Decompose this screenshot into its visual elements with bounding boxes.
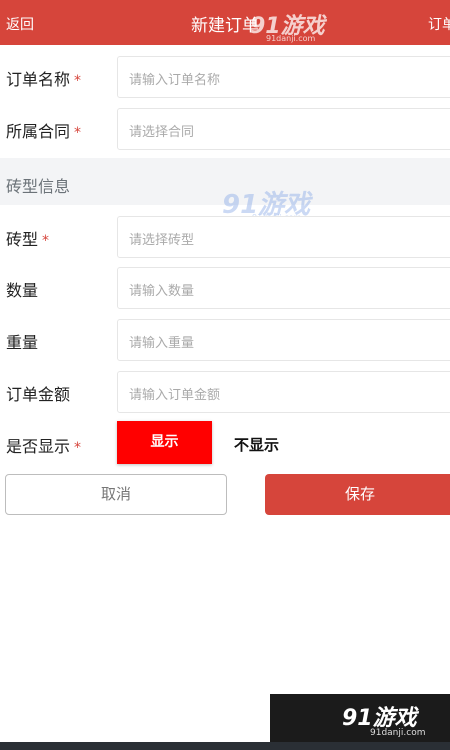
- order-name-input[interactable]: 请输入订单名称: [117, 56, 450, 98]
- required-mark: *: [74, 73, 82, 89]
- order-name-label: 订单名称 *: [6, 70, 82, 89]
- watermark-url: 91danji.com: [370, 728, 426, 738]
- section-title: 砖型信息: [6, 177, 71, 196]
- brick-type-select[interactable]: 请选择砖型: [117, 216, 450, 258]
- save-button[interactable]: 保存: [265, 474, 450, 515]
- watermark-logo-top: 91游戏 91danji.com: [250, 8, 325, 43]
- header-right-action[interactable]: 订单: [428, 14, 450, 34]
- amount-input[interactable]: 请输入订单金额: [117, 371, 450, 413]
- order-name-row: 订单名称 * 请输入订单名称: [0, 50, 450, 102]
- top-bar: 返回 新建订单 订单 91游戏 91danji.com: [0, 0, 450, 45]
- cancel-button[interactable]: 取消: [5, 474, 227, 515]
- brick-type-row: 砖型 * 请选择砖型: [0, 210, 450, 262]
- quantity-input[interactable]: 请输入数量: [117, 267, 450, 309]
- display-off-option[interactable]: 不显示: [234, 434, 279, 455]
- quantity-row: 数量 请输入数量: [0, 261, 450, 313]
- required-mark: *: [74, 125, 82, 141]
- brick-type-label: 砖型 *: [6, 230, 50, 249]
- amount-row: 订单金额 请输入订单金额: [0, 365, 450, 417]
- display-row: 是否显示 *: [0, 417, 450, 469]
- watermark-badge: 91游戏 91danji.com: [270, 694, 450, 746]
- weight-row: 重量 请输入重量: [0, 313, 450, 365]
- brick-type-placeholder: 请选择砖型: [129, 233, 195, 248]
- required-mark: *: [42, 233, 50, 249]
- contract-label: 所属合同 *: [6, 122, 82, 141]
- required-mark: *: [74, 440, 82, 456]
- weight-placeholder: 请输入重量: [129, 336, 195, 351]
- display-on-option[interactable]: 显示: [117, 421, 212, 464]
- order-name-placeholder: 请输入订单名称: [129, 73, 221, 88]
- display-label: 是否显示 *: [6, 437, 82, 456]
- page-title: 新建订单: [191, 16, 259, 36]
- quantity-label: 数量: [6, 281, 39, 300]
- contract-row: 所属合同 * 请选择合同: [0, 102, 450, 154]
- contract-select[interactable]: 请选择合同: [117, 108, 450, 150]
- weight-label: 重量: [6, 333, 39, 352]
- bottom-strip: [0, 742, 450, 750]
- quantity-placeholder: 请输入数量: [129, 284, 195, 299]
- amount-placeholder: 请输入订单金额: [129, 388, 221, 403]
- weight-input[interactable]: 请输入重量: [117, 319, 450, 361]
- amount-label: 订单金额: [6, 385, 71, 404]
- contract-placeholder: 请选择合同: [129, 125, 195, 140]
